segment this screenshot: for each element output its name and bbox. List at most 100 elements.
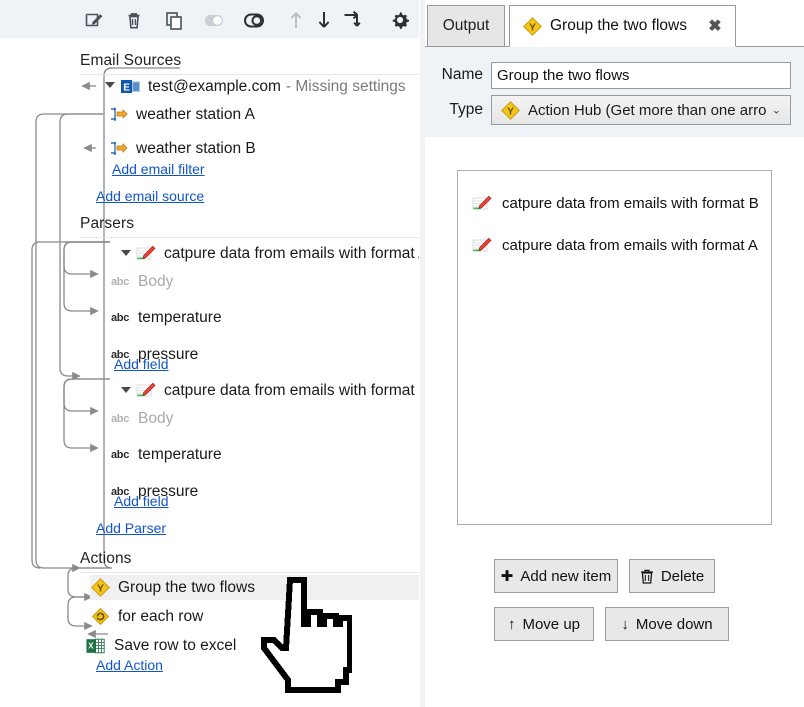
toggle-link-icon[interactable] (242, 8, 266, 32)
group-rule (80, 572, 419, 573)
tree-node-email-source[interactable]: E test@example.com - Missing settings (120, 74, 410, 99)
abc-icon: abc (110, 448, 130, 461)
add-email-source-link[interactable]: Add email source (96, 188, 204, 204)
abc-icon: abc (110, 275, 130, 288)
tree-node-label: temperature (138, 308, 222, 326)
svg-text:Y: Y (506, 105, 513, 117)
delete-icon[interactable] (122, 8, 146, 32)
linked-items-list[interactable]: catpure data from emails with format B c… (457, 170, 772, 525)
settings-gear-icon[interactable] (388, 8, 412, 32)
group-header-parsers: Parsers (80, 215, 135, 232)
parser-pen-icon (472, 194, 492, 212)
tree-node-label: test@example.com (148, 77, 281, 95)
group-header-actions: Actions (80, 550, 132, 567)
toggle-off-icon[interactable] (202, 8, 226, 32)
parser-pen-icon (136, 382, 156, 400)
tree-node-label: weather station A (136, 105, 255, 123)
tree-node-field-temperature-b[interactable]: abc temperature (110, 442, 390, 467)
action-hub-icon: Y (90, 578, 110, 597)
tree-node-label: catpure data from emails with format A (164, 244, 419, 262)
application-window: Email Sources E test@example.com - Missi… (0, 0, 804, 707)
abc-icon: abc (110, 412, 130, 425)
add-email-filter-link[interactable]: Add email filter (112, 161, 205, 177)
list-item-label: catpure data from emails with format B (502, 194, 759, 212)
svg-text:E: E (123, 82, 130, 93)
type-label: Type (449, 101, 483, 118)
tab-strip: Output Y Group the two flows ✖ (425, 0, 804, 47)
tree-node-label: temperature (138, 445, 222, 463)
expander-parser-a[interactable] (120, 246, 132, 258)
delete-button[interactable]: Delete (629, 559, 715, 593)
tree-node-action-save-row-to-excel[interactable]: X Save row to excel (86, 633, 415, 658)
name-input[interactable] (491, 61, 791, 89)
svg-text:Y: Y (528, 21, 535, 33)
trash-icon (640, 569, 654, 584)
name-label: Name (441, 66, 483, 83)
tree-node-action-for-each-row[interactable]: for each row (90, 604, 419, 629)
move-down-icon[interactable] (312, 8, 336, 32)
move-up-button[interactable]: ↑ Move up (494, 607, 594, 641)
toolbar (0, 0, 419, 39)
tree-node-action-group-the-two-flows[interactable]: Y Group the two flows (90, 575, 419, 600)
add-field-link-a[interactable]: Add field (114, 356, 168, 372)
move-down-button[interactable]: ↓ Move down (605, 607, 729, 641)
move-down-label: Move down (635, 615, 713, 633)
plus-icon: ✚ (500, 568, 514, 585)
tab-group-the-two-flows[interactable]: Y Group the two flows ✖ (509, 5, 736, 47)
edit-icon[interactable] (82, 8, 106, 32)
for-each-row-icon (90, 607, 110, 626)
action-hub-icon: Y (500, 100, 520, 120)
list-item[interactable]: catpure data from emails with format A (458, 231, 771, 259)
list-item[interactable]: catpure data from emails with format B (458, 189, 771, 217)
tree-node-label: Group the two flows (118, 578, 255, 596)
svg-text:X: X (88, 641, 94, 650)
tree-node-label: weather station B (136, 139, 256, 157)
add-new-item-button[interactable]: ✚ Add new item (494, 559, 618, 593)
copy-icon[interactable] (162, 8, 186, 32)
outlook-email-icon: E (120, 78, 140, 96)
add-new-item-label: Add new item (520, 567, 612, 585)
excel-icon: X (86, 637, 106, 655)
tree-node-parser-b[interactable]: catpure data from emails with format B (136, 378, 419, 403)
arrow-down-icon: ↓ (621, 615, 629, 633)
move-up-icon[interactable] (284, 8, 308, 32)
email-filter-icon (108, 140, 128, 158)
expander-email-source[interactable] (104, 78, 116, 90)
name-row: Name (425, 60, 804, 90)
chevron-down-icon: ⌄ (771, 104, 781, 117)
flow-tree-pane: Email Sources E test@example.com - Missi… (0, 0, 419, 707)
type-row: Type Y Action Hub (Get more than one arr… (425, 95, 804, 125)
tree-node-field-temperature-a[interactable]: abc temperature (110, 305, 390, 330)
tree-node-field-body-b[interactable]: abc Body (110, 406, 390, 431)
flow-tree: Email Sources E test@example.com - Missi… (0, 38, 419, 707)
close-icon[interactable]: ✖ (707, 18, 723, 35)
parser-pen-icon (136, 245, 156, 263)
tree-node-weather-station-a[interactable]: weather station A (108, 102, 408, 127)
tree-node-label: Body (138, 409, 174, 427)
add-parser-link[interactable]: Add Parser (96, 520, 166, 536)
expander-parser-b[interactable] (120, 383, 132, 395)
properties-form: Name Type Y Action Hub (Get more than on… (425, 47, 804, 137)
tree-node-label: Save row to excel (114, 636, 237, 654)
tree-node-label: catpure data from emails with format B (164, 381, 419, 399)
tab-output[interactable]: Output (427, 5, 505, 47)
tab-label: Output (442, 17, 490, 34)
type-dropdown[interactable]: Y Action Hub (Get more than one arro ⌄ (491, 95, 791, 125)
tree-node-weather-station-b[interactable]: weather station B (108, 136, 408, 161)
type-dropdown-value: Action Hub (Get more than one arro (528, 101, 767, 119)
abc-icon: abc (110, 311, 130, 324)
group-header-email-sources: Email Sources (80, 52, 182, 69)
tree-node-field-body-a[interactable]: abc Body (110, 269, 390, 294)
redirect-icon[interactable] (340, 8, 364, 32)
move-up-label: Move up (522, 615, 581, 633)
group-rule (80, 237, 419, 238)
parser-pen-icon (472, 236, 492, 254)
list-item-label: catpure data from emails with format A (502, 236, 758, 254)
action-hub-icon: Y (522, 16, 542, 36)
tree-node-parser-a[interactable]: catpure data from emails with format A (136, 241, 419, 266)
tree-node-label: Body (138, 272, 174, 290)
add-action-link[interactable]: Add Action (96, 657, 163, 673)
delete-label: Delete (660, 567, 705, 585)
svg-text:Y: Y (96, 582, 103, 594)
add-field-link-b[interactable]: Add field (114, 493, 168, 509)
